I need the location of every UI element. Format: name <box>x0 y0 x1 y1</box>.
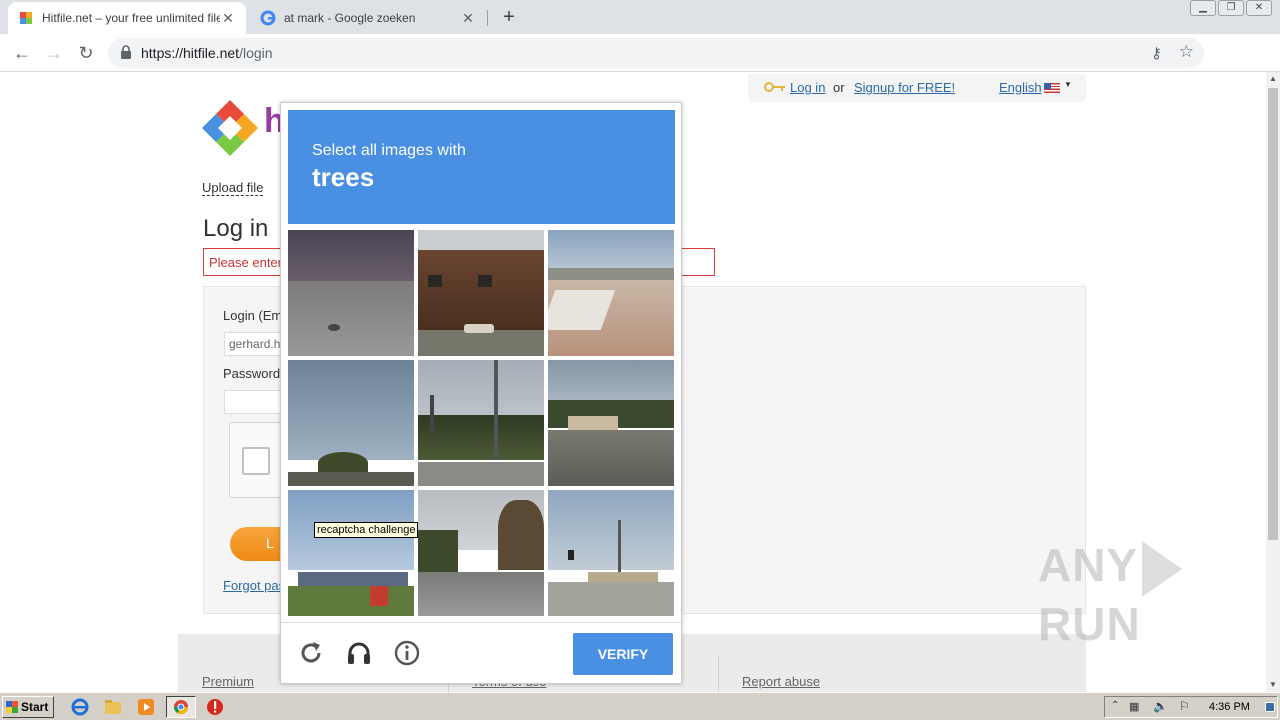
url-path: /login <box>239 45 273 61</box>
browser-toolbar: ← → ↻ https://hitfile.net/login ⚷ ☆ ⋮ <box>0 34 1280 98</box>
login-link[interactable]: Log in <box>790 80 825 95</box>
reload-icon[interactable] <box>297 639 325 667</box>
window-controls: ▁ ❐ ✕ <box>1190 0 1272 16</box>
tab-strip: Hitfile.net – your free unlimited file s… <box>0 0 1280 34</box>
url-host: https://hitfile.net <box>141 45 240 61</box>
start-button[interactable]: Start <box>2 696 54 718</box>
image-tile[interactable] <box>548 490 674 616</box>
tab-separator <box>487 10 488 26</box>
tab-google-search[interactable]: at mark - Google zoeken ✕ <box>250 2 486 34</box>
show-hidden-icons-icon[interactable]: ⌃ <box>1111 700 1119 711</box>
action-center-flag-icon[interactable]: ⚐ <box>1179 699 1190 713</box>
tab-title: Hitfile.net – your free unlimited file s <box>42 11 220 25</box>
close-window-icon[interactable]: ✕ <box>1246 0 1272 16</box>
challenge-header: Select all images with trees <box>288 110 675 224</box>
antivirus-icon[interactable] <box>205 697 225 717</box>
chrome-icon <box>174 700 188 714</box>
close-tab-icon[interactable]: ✕ <box>220 10 236 27</box>
image-tile[interactable] <box>418 230 544 356</box>
challenge-target: trees <box>312 162 375 192</box>
image-tile[interactable] <box>548 230 674 356</box>
network-icon[interactable]: ▦ <box>1129 700 1139 713</box>
tab-hitfile[interactable]: Hitfile.net – your free unlimited file s… <box>8 2 246 34</box>
anyrun-watermark: ANY RUN <box>1038 538 1266 651</box>
footer-divider <box>718 656 719 692</box>
scroll-up-icon[interactable]: ▲ <box>1266 72 1280 86</box>
close-tab-icon[interactable]: ✕ <box>460 10 476 27</box>
image-tile[interactable] <box>288 230 414 356</box>
forward-icon[interactable]: → <box>42 41 66 65</box>
recaptcha-challenge: Select all images with trees VERIFY <box>280 102 682 684</box>
hitfile-favicon-icon <box>20 12 32 24</box>
report-abuse-link[interactable]: Report abuse <box>742 674 820 689</box>
login-email-label: Login (Em <box>223 308 283 323</box>
image-tile[interactable] <box>418 490 544 616</box>
image-tile[interactable] <box>548 360 674 486</box>
show-desktop-icon[interactable] <box>1265 702 1275 712</box>
restore-icon[interactable]: ❐ <box>1218 0 1244 16</box>
file-explorer-icon[interactable] <box>103 697 123 717</box>
premium-link[interactable]: Premium <box>202 674 254 689</box>
image-tile[interactable] <box>418 360 544 486</box>
chrome-taskbar-button[interactable] <box>166 696 196 718</box>
watermark-left: ANY <box>1038 539 1139 591</box>
chevron-down-icon[interactable]: ▼ <box>1064 80 1072 89</box>
system-clock: 4:36 PM <box>1209 701 1250 713</box>
password-key-icon[interactable]: ⚷ <box>1151 44 1162 62</box>
tab-title: at mark - Google zoeken <box>284 11 416 25</box>
google-favicon-icon <box>260 10 276 26</box>
page-scrollbar[interactable]: ▲ ▼ <box>1266 72 1280 692</box>
scroll-thumb[interactable] <box>1268 88 1278 540</box>
minimize-icon[interactable]: ▁ <box>1190 0 1216 16</box>
url-text: https://hitfile.net/login <box>141 45 273 61</box>
upload-file-link[interactable]: Upload file <box>202 180 264 196</box>
us-flag-icon <box>1044 83 1060 93</box>
language-selector[interactable]: English <box>999 80 1042 95</box>
verify-button[interactable]: VERIFY <box>573 633 673 675</box>
recaptcha-checkbox[interactable] <box>242 447 270 475</box>
volume-icon[interactable]: 🔈 <box>1153 699 1168 713</box>
or-text: or <box>833 80 845 95</box>
play-icon <box>1142 540 1183 597</box>
password-label: Password <box>223 366 281 381</box>
new-tab-icon[interactable]: + <box>498 6 520 28</box>
key-icon <box>764 82 785 92</box>
tooltip: recaptcha challenge <box>314 522 419 538</box>
watermark-right: RUN <box>1038 597 1141 650</box>
info-icon[interactable] <box>393 639 421 667</box>
audio-icon[interactable] <box>345 639 373 667</box>
top-links-bar: Log in or Signup for FREE! English ▼ <box>748 74 1086 102</box>
hitfile-logo-icon <box>202 100 258 156</box>
signup-link[interactable]: Signup for FREE! <box>854 80 955 95</box>
back-icon[interactable]: ← <box>10 41 34 65</box>
system-tray: ⌃ ▦ 🔈 ⚐ 4:36 PM <box>1104 696 1278 718</box>
image-tile[interactable] <box>288 360 414 486</box>
internet-explorer-icon[interactable] <box>70 697 90 717</box>
challenge-footer-divider <box>281 622 681 623</box>
image-tile[interactable] <box>288 490 414 616</box>
scroll-down-icon[interactable]: ▼ <box>1266 678 1280 692</box>
challenge-description: Select all images with <box>312 142 466 159</box>
bookmark-star-icon[interactable]: ☆ <box>1179 42 1194 62</box>
lock-icon <box>121 45 131 59</box>
page-title: Log in <box>203 215 269 242</box>
reload-page-icon[interactable]: ↻ <box>74 41 98 65</box>
media-player-icon[interactable] <box>136 697 156 717</box>
forgot-password-link[interactable]: Forgot pas <box>223 578 285 593</box>
address-bar[interactable]: https://hitfile.net/login ⚷ ☆ <box>108 38 1204 68</box>
windows-taskbar: Start ⌃ ▦ 🔈 ⚐ 4:36 PM <box>0 692 1280 720</box>
